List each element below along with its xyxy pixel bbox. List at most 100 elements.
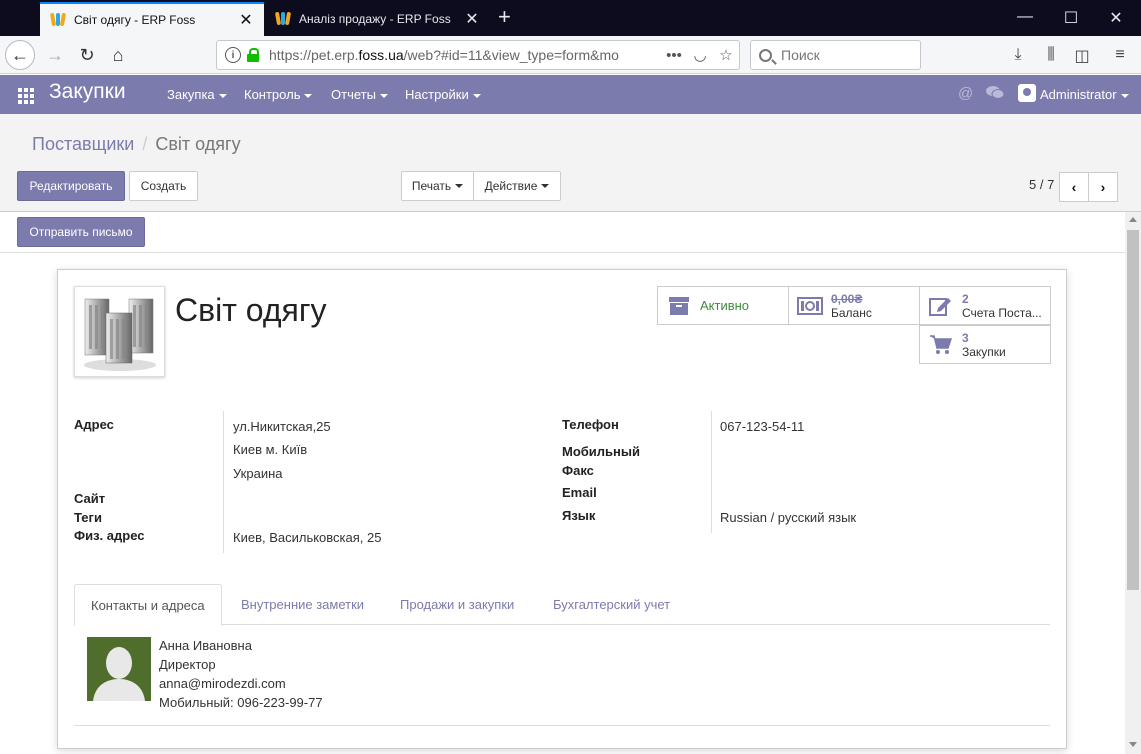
bills-label: Счета Поста... — [962, 305, 1042, 320]
menu-purchase[interactable]: Закупка — [167, 87, 227, 102]
email-label: Email — [562, 485, 597, 500]
tags-label: Теги — [74, 510, 102, 525]
scroll-up-icon[interactable] — [1129, 217, 1137, 222]
notebook-tabs: Контакты и адреса Внутренние заметки Про… — [74, 584, 1050, 626]
money-icon — [797, 293, 823, 319]
balance-button[interactable]: 0,00₴ Баланс — [788, 286, 920, 325]
caret-down-icon — [541, 184, 550, 188]
tab-accounting[interactable]: Бухгалтерский учет — [537, 584, 686, 625]
company-image[interactable] — [74, 286, 165, 377]
info-icon[interactable]: i — [225, 47, 241, 63]
active-toggle-button[interactable]: Активно — [657, 286, 789, 325]
library-icon[interactable]: ⫼ — [1040, 46, 1062, 64]
send-mail-button[interactable]: Отправить письмо — [17, 217, 145, 247]
purchases-count: 3 — [962, 330, 969, 345]
address-label: Адрес — [74, 417, 114, 432]
browser-titlebar: Світ одягу - ERP Foss ✕ Аналіз продажу -… — [0, 0, 1141, 36]
caret-down-icon — [455, 184, 464, 188]
print-dropdown[interactable]: Печать — [401, 171, 474, 201]
back-arrow-icon[interactable]: ← — [5, 40, 35, 70]
maximize-icon[interactable]: ☐ — [1061, 8, 1081, 28]
menu-control[interactable]: Контроль — [244, 87, 313, 102]
pager-next-icon[interactable]: › — [1088, 172, 1118, 202]
field-separator — [711, 411, 712, 533]
browser-tab-inactive[interactable]: Аналіз продажу - ERP Foss ✕ — [265, 2, 490, 36]
browser-tab-active[interactable]: Світ одягу - ERP Foss ✕ — [40, 2, 264, 36]
pager-value[interactable]: 5 / 7 — [1029, 177, 1054, 192]
create-button[interactable]: Создать — [129, 171, 198, 201]
menu-settings[interactable]: Настройки — [405, 87, 481, 102]
pager-previous-icon[interactable]: ‹ — [1059, 172, 1089, 202]
browser-navbar: ← → ↻ ⌂ i https://pet.erp.foss.ua/web?#i… — [0, 36, 1141, 74]
new-tab-icon[interactable]: + — [498, 6, 511, 28]
fax-label: Факс — [562, 463, 594, 478]
user-avatar[interactable] — [1018, 84, 1036, 102]
caret-down-icon — [472, 93, 481, 98]
url-text[interactable]: https://pet.erp.foss.ua/web?#id=11&view_… — [269, 47, 661, 63]
mobile-label: Мобильный — [562, 444, 640, 459]
balance-label: Баланс — [831, 305, 872, 320]
tab-sales-purchases[interactable]: Продажи и закупки — [384, 584, 530, 625]
menu-reports[interactable]: Отчеты — [331, 87, 388, 102]
browser-tab-title: Світ одягу - ERP Foss — [74, 13, 196, 27]
tab-internal-notes[interactable]: Внутренние заметки — [225, 584, 380, 625]
lock-icon — [247, 48, 259, 62]
home-icon[interactable]: ⌂ — [103, 40, 133, 70]
forward-arrow-icon[interactable]: → — [40, 40, 70, 70]
contact-avatar[interactable] — [87, 637, 151, 701]
url-bar[interactable]: i https://pet.erp.foss.ua/web?#id=11&vie… — [216, 40, 740, 70]
breadcrumb: Поставщики / Світ одягу — [32, 134, 241, 154]
purchases-button[interactable]: 3 Закупки — [919, 325, 1051, 364]
sidebar-icon[interactable]: ◫ — [1071, 46, 1093, 66]
scrollbar-thumb[interactable] — [1127, 230, 1139, 590]
bills-count: 2 — [962, 291, 969, 306]
app-name: Закупки — [49, 80, 126, 103]
at-mention-icon[interactable]: @ — [958, 85, 973, 102]
archive-icon — [666, 293, 692, 319]
close-tab-icon[interactable]: ✕ — [464, 9, 480, 29]
breadcrumb-parent[interactable]: Поставщики — [32, 134, 134, 154]
search-icon — [759, 48, 772, 62]
browser-search-input[interactable]: Поиск — [750, 40, 921, 70]
pocket-icon[interactable]: ◡ — [687, 46, 713, 64]
purchases-label: Закупки — [962, 344, 1006, 359]
country-value: Украина — [233, 466, 283, 481]
shopping-cart-icon — [928, 332, 954, 358]
app-topbar: Закупки Закупка Контроль Отчеты Настройк… — [0, 75, 1141, 114]
vendor-bills-button[interactable]: 2 Счета Поста... — [919, 286, 1051, 325]
contact-name[interactable]: Анна Ивановна — [159, 638, 252, 653]
phone-value: 067-123-54-11 — [720, 419, 805, 434]
action-dropdown[interactable]: Действие — [473, 171, 561, 201]
apps-grid-icon[interactable] — [18, 88, 34, 104]
page-actions-icon[interactable]: ••• — [661, 47, 687, 64]
edit-button[interactable]: Редактировать — [17, 171, 125, 201]
window-close-icon[interactable]: ✕ — [1106, 8, 1126, 28]
balance-value: 0,00₴ — [831, 291, 863, 306]
form-statusbar: Отправить письмо — [0, 212, 1125, 253]
minimize-icon[interactable]: — — [1015, 8, 1035, 26]
language-value: Russian / русский язык — [720, 510, 857, 525]
bookmark-star-icon[interactable]: ☆ — [713, 46, 739, 64]
user-menu[interactable]: Administrator — [1040, 87, 1129, 102]
hamburger-menu-icon[interactable]: ≡ — [1109, 46, 1131, 64]
active-label: Активно — [700, 297, 750, 313]
form-view: Отправить письмо Світ одягу Активно 0,00… — [0, 212, 1125, 754]
odoo-favicon-icon — [274, 11, 292, 27]
caret-down-icon — [1120, 93, 1129, 98]
contact-email: anna@mirodezdi.com — [159, 676, 286, 691]
language-label: Язык — [562, 508, 596, 523]
breadcrumb-current: Світ одягу — [155, 134, 241, 154]
street-value: ул.Никитская,25 — [233, 419, 331, 434]
vertical-scrollbar[interactable] — [1125, 212, 1141, 754]
tab-contacts-addresses[interactable]: Контакты и адреса — [74, 584, 222, 626]
close-tab-icon[interactable]: ✕ — [238, 10, 254, 30]
phone-label: Телефон — [562, 417, 619, 432]
contact-mobile: Мобильный: 096-223-99-77 — [159, 695, 323, 710]
caret-down-icon — [379, 93, 388, 98]
reload-icon[interactable]: ↻ — [72, 40, 102, 70]
caret-down-icon — [218, 93, 227, 98]
chat-icon[interactable] — [986, 85, 1005, 104]
download-icon[interactable]: ⤓ — [1007, 46, 1029, 64]
physical-address-label: Физ. адрес — [74, 528, 145, 543]
scroll-down-icon[interactable] — [1129, 742, 1137, 747]
